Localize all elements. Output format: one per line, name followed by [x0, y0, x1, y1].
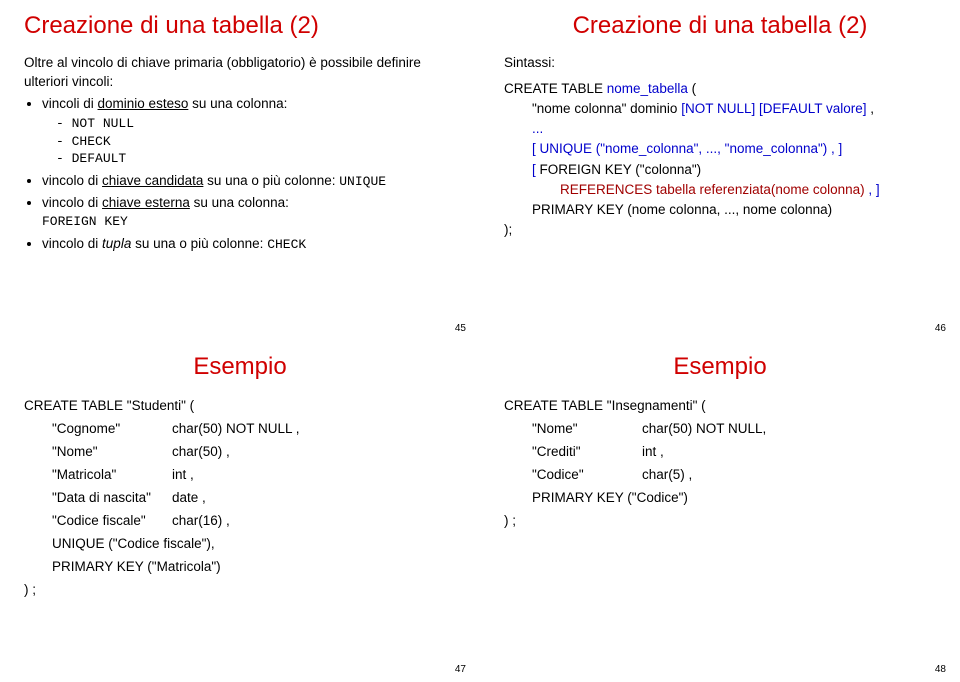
syntax-line: [ FOREIGN KEY ("colonna") [504, 160, 936, 180]
code-line: UNIQUE ("Codice fiscale"), [24, 533, 456, 556]
text: su una o più colonne: [131, 236, 267, 251]
col-name: "Codice" [532, 464, 642, 487]
sub-list: NOT NULL CHECK DEFAULT [42, 115, 456, 168]
bullet-list: vincoli di dominio esteso su una colonna… [24, 95, 456, 254]
code: CHECK [267, 237, 306, 252]
col-name: "Data di nascita" [52, 487, 172, 510]
sintassi-label: Sintassi: [504, 54, 936, 72]
col-name: "Crediti" [532, 441, 642, 464]
syntax-line: REFERENCES tabella referenziata(nome col… [504, 180, 936, 200]
code-line: "Data di nascita"date , [24, 487, 456, 510]
text-darkred: REFERENCES tabella referenziata(nome col… [560, 182, 868, 197]
code-line: "Codice fiscale"char(16) , [24, 510, 456, 533]
page-number: 45 [455, 322, 466, 336]
code: FOREIGN KEY [42, 214, 128, 229]
sub-item: NOT NULL [56, 115, 456, 133]
col-type: char(50) NOT NULL, [642, 421, 766, 436]
code-line: ) ; [24, 579, 456, 602]
syntax-line: CREATE TABLE nome_tabella ( [504, 79, 936, 99]
col-type: char(50) , [172, 444, 230, 459]
text-underline: dominio esteso [98, 96, 189, 111]
code-line: PRIMARY KEY ("Matricola") [24, 556, 456, 579]
slide-47: Esempio CREATE TABLE "Studenti" ( "Cogno… [0, 341, 480, 682]
col-name: "Codice fiscale" [52, 510, 172, 533]
sub-item: DEFAULT [56, 150, 456, 168]
slide-title: Creazione di una tabella (2) [504, 10, 936, 42]
text: vincolo di [42, 236, 102, 251]
example-block: CREATE TABLE "Insegnamenti" ( "Nome"char… [504, 395, 936, 533]
syntax-line: PRIMARY KEY (nome colonna, ..., nome col… [504, 200, 936, 220]
col-name: "Cognome" [52, 418, 172, 441]
col-type: int , [172, 467, 194, 482]
text: FOREIGN KEY ("colonna") [540, 162, 702, 177]
col-type: char(5) , [642, 467, 692, 482]
page-number: 47 [455, 663, 466, 677]
text-blue: [ [532, 162, 540, 177]
bullet-item: vincolo di tupla su una o più colonne: C… [42, 235, 456, 254]
text-italic: tupla [102, 236, 131, 251]
slide-title: Esempio [24, 351, 456, 383]
code-line: ) ; [504, 510, 936, 533]
code-line: "Nome"char(50) NOT NULL, [504, 418, 936, 441]
code-line: "Crediti"int , [504, 441, 936, 464]
slide-title: Creazione di una tabella (2) [24, 10, 456, 42]
syntax-line: [ UNIQUE ("nome_colonna", ..., "nome_col… [504, 139, 936, 159]
code: UNIQUE [339, 174, 386, 189]
text-blue: [NOT NULL] [DEFAULT valore] [681, 101, 870, 116]
bullet-item: vincolo di chiave candidata su una o più… [42, 172, 456, 191]
code-line: "Nome"char(50) , [24, 441, 456, 464]
bullet-item: vincoli di dominio esteso su una colonna… [42, 95, 456, 168]
syntax-line: ... [504, 119, 936, 139]
text-underline: chiave esterna [102, 195, 190, 210]
slide-grid: Creazione di una tabella (2) Oltre al vi… [0, 0, 960, 682]
intro-text: Oltre al vincolo di chiave primaria (obb… [24, 54, 456, 90]
code-line: CREATE TABLE "Insegnamenti" ( [504, 395, 936, 418]
text: su una colonna: [190, 195, 289, 210]
col-name: "Nome" [532, 418, 642, 441]
text: vincolo di [42, 195, 102, 210]
col-type: char(16) , [172, 513, 230, 528]
code-line: "Matricola"int , [24, 464, 456, 487]
col-name: "Nome" [52, 441, 172, 464]
text: CREATE TABLE [504, 81, 607, 96]
col-name: "Matricola" [52, 464, 172, 487]
text: "nome colonna" dominio [532, 101, 681, 116]
slide-46: Creazione di una tabella (2) Sintassi: C… [480, 0, 960, 341]
col-type: int , [642, 444, 664, 459]
text: , [870, 101, 874, 116]
text-blue: , ] [868, 182, 879, 197]
text: su una o più colonne: [203, 173, 339, 188]
slide-title: Esempio [504, 351, 936, 383]
code-line: PRIMARY KEY ("Codice") [504, 487, 936, 510]
sub-item: CHECK [56, 133, 456, 151]
text: ( [688, 81, 696, 96]
col-type: date , [172, 490, 206, 505]
code-line: CREATE TABLE "Studenti" ( [24, 395, 456, 418]
page-number: 48 [935, 663, 946, 677]
syntax-block: CREATE TABLE nome_tabella ( "nome colonn… [504, 79, 936, 241]
example-block: CREATE TABLE "Studenti" ( "Cognome"char(… [24, 395, 456, 601]
slide-45: Creazione di una tabella (2) Oltre al vi… [0, 0, 480, 341]
code-line: "Codice"char(5) , [504, 464, 936, 487]
text-blue: nome_tabella [607, 81, 688, 96]
syntax-line: ); [504, 220, 936, 240]
slide-48: Esempio CREATE TABLE "Insegnamenti" ( "N… [480, 341, 960, 682]
text-underline: chiave candidata [102, 173, 203, 188]
text: su una colonna: [188, 96, 287, 111]
syntax-line: "nome colonna" dominio [NOT NULL] [DEFAU… [504, 99, 936, 119]
page-number: 46 [935, 322, 946, 336]
text: vincoli di [42, 96, 98, 111]
code-line: "Cognome"char(50) NOT NULL , [24, 418, 456, 441]
text: vincolo di [42, 173, 102, 188]
col-type: char(50) NOT NULL , [172, 421, 300, 436]
bullet-item: vincolo di chiave esterna su una colonna… [42, 194, 456, 231]
